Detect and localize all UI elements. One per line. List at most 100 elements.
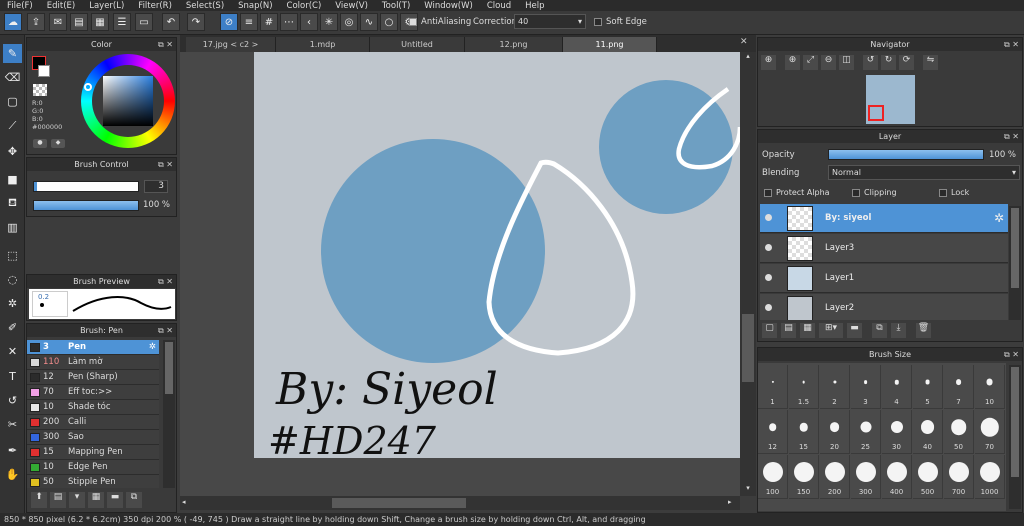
fit-icon[interactable]: ⤢ (803, 55, 818, 70)
actual-size-icon[interactable]: ◫ (839, 55, 854, 70)
brush-list-item[interactable]: 10 Shade tóc (27, 400, 159, 415)
tab-untitled[interactable]: Untitled (370, 37, 465, 52)
clipping-checkbox[interactable]: Clipping (852, 188, 897, 197)
menu-item[interactable]: Tool(T) (375, 1, 417, 11)
brush-size-cell[interactable]: 3 (851, 365, 881, 409)
menu-item[interactable]: File(F) (0, 1, 40, 11)
folder-icon[interactable]: ▬ (847, 323, 862, 338)
delete-layer-icon[interactable]: 🗑 (916, 323, 931, 338)
snap-curve-icon[interactable]: ∿ (360, 13, 378, 31)
tab-11png[interactable]: 11.png (563, 37, 657, 52)
brush-list-item[interactable]: 300 Sao (27, 430, 159, 445)
snap-radial-icon[interactable]: ✳ (320, 13, 338, 31)
share-icon[interactable]: ⇪ (27, 13, 45, 31)
brush-size-cell[interactable]: 70 (975, 410, 1005, 454)
horizontal-scroll-thumb[interactable] (332, 498, 466, 508)
line-tool-icon[interactable]: ⟋ (3, 116, 22, 135)
fill-rect-tool-icon[interactable]: ■ (3, 170, 22, 189)
eyedropper-tool-icon[interactable]: ✒ (3, 441, 22, 460)
window-icon[interactable]: ▭ (135, 13, 153, 31)
chat-icon[interactable]: ✉ (49, 13, 67, 31)
brush-list-item[interactable]: 10 Edge Pen (27, 460, 159, 475)
bucket-tool-icon[interactable]: ⛾ (3, 194, 22, 213)
brush-size-cell[interactable]: 5 (913, 365, 943, 409)
lasso-tool-icon[interactable]: ◌ (3, 270, 22, 289)
undo-icon[interactable]: ↶ (162, 13, 180, 31)
antialiasing-checkbox[interactable]: AntiAliasing (409, 17, 471, 27)
navigator-thumbnail[interactable] (866, 75, 915, 124)
navigator-viewport[interactable] (868, 105, 884, 121)
snap-perspective-icon[interactable]: ⋯ (280, 13, 298, 31)
brush-duplicate-icon[interactable]: ⧉ (126, 492, 142, 508)
gear-icon[interactable]: ✲ (994, 211, 1004, 225)
layer-row[interactable]: Layer1 (760, 264, 1008, 293)
brush-size-slider[interactable] (33, 181, 139, 192)
merge-layer-icon[interactable]: ⤓ (891, 323, 906, 338)
redo-icon[interactable]: ↷ (187, 13, 205, 31)
brush-size-cell[interactable]: 4 (882, 365, 912, 409)
menu-item[interactable]: View(V) (328, 1, 375, 11)
brush-menu-icon[interactable]: ▾ (69, 492, 85, 508)
brush-size-cell[interactable]: 12 (758, 410, 788, 454)
reset-rotation-icon[interactable]: ⟳ (899, 55, 914, 70)
brush-size-cell[interactable]: 200 (820, 455, 850, 499)
brush-list-scrollbar[interactable] (163, 340, 175, 488)
brush-size-cell[interactable]: 20 (820, 410, 850, 454)
brush-add-icon[interactable]: ⬆ (31, 492, 47, 508)
brush-size-cell[interactable]: 1.5 (789, 365, 819, 409)
cloud-icon[interactable]: ☁ (4, 13, 22, 31)
menu-item[interactable]: Snap(N) (231, 1, 279, 11)
brush-list-item[interactable]: 50 Stipple Pen (27, 475, 159, 488)
lock-checkbox[interactable]: Lock (939, 188, 969, 197)
menu-item[interactable]: Color(C) (280, 1, 329, 11)
panel-controls-icon[interactable]: ⧉ ✕ (158, 324, 173, 337)
menu-item[interactable]: Edit(E) (40, 1, 82, 11)
brush-size-cell[interactable]: 30 (882, 410, 912, 454)
menu-item[interactable]: Help (518, 1, 551, 11)
soft-edge-checkbox[interactable]: Soft Edge (594, 17, 647, 27)
gear-icon[interactable]: ✲ (149, 340, 156, 355)
brush-size-cell[interactable]: 300 (851, 455, 881, 499)
snap-grid-icon[interactable]: # (260, 13, 278, 31)
brush-size-cell[interactable]: 100 (758, 455, 788, 499)
hue-marker[interactable] (84, 83, 92, 91)
panel-controls-icon[interactable]: ⧉ ✕ (1004, 130, 1019, 143)
brush-size-cell[interactable]: 150 (789, 455, 819, 499)
brush-file-icon[interactable]: ▦ (88, 492, 104, 508)
layer-row[interactable]: Layer2 (760, 294, 1008, 320)
layer-row[interactable]: By: siyeol ✲ (760, 204, 1008, 233)
flip-icon[interactable]: ⇋ (923, 55, 938, 70)
select-pen-icon[interactable]: ✐ (3, 318, 22, 337)
select-tool-icon[interactable]: ⬚ (3, 246, 22, 265)
panel-controls-icon[interactable]: ⧉ ✕ (1004, 348, 1019, 361)
tab-17jpg[interactable]: 17.jpg < c2 > (186, 37, 276, 52)
brush-size-cell[interactable]: 25 (851, 410, 881, 454)
move-tool-icon[interactable]: ✥ (3, 142, 22, 161)
brush-size-cell[interactable]: 50 (944, 410, 974, 454)
brush-list-item[interactable]: 3 Pen ✲ (27, 340, 159, 355)
brush-list-item[interactable]: 15 Mapping Pen (27, 445, 159, 460)
visibility-icon[interactable] (765, 304, 772, 311)
panel-controls-icon[interactable]: ⧉ ✕ (158, 38, 173, 51)
correction-select[interactable]: 40 ▾ (514, 14, 586, 29)
layer-opacity-slider[interactable] (828, 149, 984, 160)
scroll-right-icon[interactable]: ▸ (728, 498, 732, 506)
select-eraser-icon[interactable]: ✕ (3, 342, 22, 361)
brush-list-item[interactable]: 70 Eff toc:>> (27, 385, 159, 400)
add-layer-menu-icon[interactable]: ⊞▾ (819, 323, 843, 338)
brush-opacity-slider[interactable] (33, 200, 139, 211)
blending-select[interactable]: Normal ▾ (828, 165, 1020, 180)
brush-list-item[interactable]: 110 Làm mờ (27, 355, 159, 370)
hand-tool-icon[interactable]: ✋ (3, 465, 22, 484)
hue-wheel[interactable] (81, 54, 175, 148)
layout-icon[interactable]: ▤ (70, 13, 88, 31)
horizontal-scrollbar[interactable]: ◂ ▸ (180, 496, 740, 510)
saturation-value-square[interactable] (103, 76, 153, 126)
gradient-tool-icon[interactable]: ▥ (3, 218, 22, 237)
list-icon[interactable]: ☰ (113, 13, 131, 31)
menu-item[interactable]: Filter(R) (131, 1, 179, 11)
new-layer-1bit-icon[interactable]: ▦ (800, 323, 815, 338)
brush-size-cell[interactable]: 40 (913, 410, 943, 454)
tab-1mdp[interactable]: 1.mdp (276, 37, 370, 52)
brush-size-cell[interactable]: 2 (820, 365, 850, 409)
